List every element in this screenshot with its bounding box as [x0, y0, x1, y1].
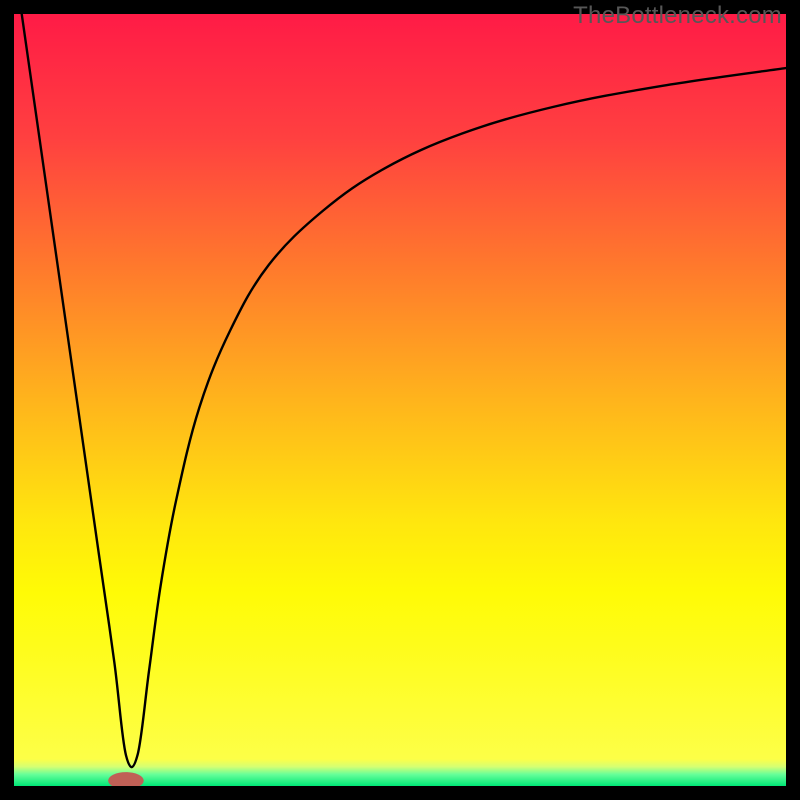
watermark-text: TheBottleneck.com: [573, 2, 782, 30]
gradient-background: [14, 14, 786, 786]
chart-frame: [14, 14, 786, 786]
bottleneck-chart: [14, 14, 786, 786]
